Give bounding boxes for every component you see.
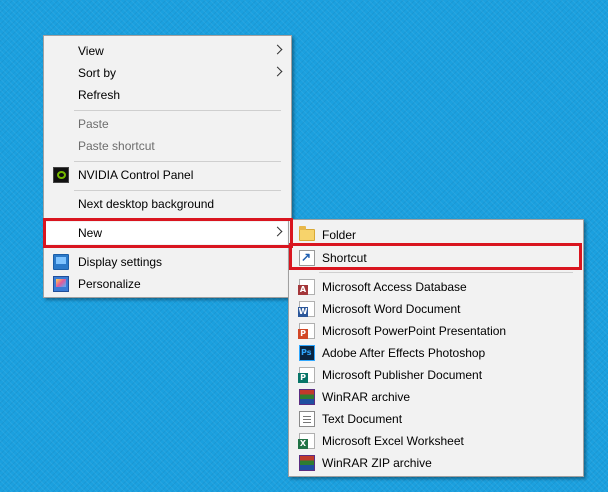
menu-item-label: Microsoft Word Document <box>322 302 461 316</box>
submenu-item-folder[interactable]: Folder <box>289 224 583 246</box>
menu-item-label: Refresh <box>78 88 121 102</box>
menu-item-label: Sort by <box>78 66 117 80</box>
excel-badge: X <box>298 439 308 449</box>
menu-separator <box>74 110 281 111</box>
text-document-icon <box>299 411 315 427</box>
access-icon: A <box>298 279 315 295</box>
personalize-icon <box>53 276 69 292</box>
submenu-item-powerpoint[interactable]: P Microsoft PowerPoint Presentation <box>289 320 583 342</box>
winrar-icon <box>299 389 315 405</box>
word-icon: W <box>298 301 315 317</box>
new-submenu: Folder Shortcut A Microsoft Access Datab… <box>288 219 584 477</box>
menu-item-label: Folder <box>322 228 357 242</box>
menu-separator <box>74 218 281 219</box>
powerpoint-badge: P <box>298 329 308 339</box>
desktop-context-menu: View Sort by Refresh Paste Paste shortcu… <box>43 35 292 298</box>
photoshop-icon <box>299 345 315 361</box>
submenu-item-shortcut[interactable]: Shortcut <box>289 247 583 269</box>
menu-separator <box>74 161 281 162</box>
chevron-right-icon <box>272 66 283 77</box>
powerpoint-icon: P <box>298 323 315 339</box>
submenu-item-excel[interactable]: X Microsoft Excel Worksheet <box>289 430 583 452</box>
menu-item-label: Microsoft PowerPoint Presentation <box>322 324 507 338</box>
chevron-right-icon <box>272 44 283 55</box>
menu-item-label: Shortcut <box>322 251 367 265</box>
menu-separator <box>319 272 573 273</box>
menu-item-label: Microsoft Excel Worksheet <box>322 434 464 448</box>
menu-item-next-desktop-background[interactable]: Next desktop background <box>44 193 291 215</box>
menu-item-label: View <box>78 44 104 58</box>
word-badge: W <box>298 307 308 317</box>
publisher-badge: P <box>298 373 308 383</box>
menu-item-label: Paste shortcut <box>78 139 155 153</box>
menu-item-label: Paste <box>78 117 109 131</box>
submenu-item-word[interactable]: W Microsoft Word Document <box>289 298 583 320</box>
menu-item-paste-shortcut: Paste shortcut <box>44 135 291 157</box>
menu-item-sort-by[interactable]: Sort by <box>44 62 291 84</box>
menu-item-display-settings[interactable]: Display settings <box>44 251 291 273</box>
access-badge: A <box>298 285 308 295</box>
menu-item-refresh[interactable]: Refresh <box>44 84 291 106</box>
menu-item-label: New <box>78 226 103 240</box>
submenu-item-text-document[interactable]: Text Document <box>289 408 583 430</box>
menu-item-view[interactable]: View <box>44 40 291 62</box>
menu-item-personalize[interactable]: Personalize <box>44 273 291 295</box>
chevron-right-icon <box>272 226 283 237</box>
publisher-icon: P <box>298 367 315 383</box>
menu-item-label: Text Document <box>322 412 403 426</box>
menu-item-label: WinRAR archive <box>322 390 411 404</box>
display-settings-icon <box>53 254 69 270</box>
submenu-item-publisher[interactable]: P Microsoft Publisher Document <box>289 364 583 386</box>
excel-icon: X <box>298 433 315 449</box>
shortcut-icon <box>299 250 315 266</box>
folder-icon <box>299 226 315 241</box>
submenu-item-winrar-zip[interactable]: WinRAR ZIP archive <box>289 452 583 474</box>
menu-item-new[interactable]: New <box>44 222 291 244</box>
menu-item-paste: Paste <box>44 113 291 135</box>
menu-item-label: Personalize <box>78 277 141 291</box>
winrar-zip-icon <box>299 455 315 471</box>
submenu-item-access[interactable]: A Microsoft Access Database <box>289 276 583 298</box>
menu-item-label: Microsoft Access Database <box>322 280 467 294</box>
submenu-item-winrar[interactable]: WinRAR archive <box>289 386 583 408</box>
menu-separator <box>74 247 281 248</box>
menu-item-nvidia-control-panel[interactable]: NVIDIA Control Panel <box>44 164 291 186</box>
menu-item-label: WinRAR ZIP archive <box>322 456 432 470</box>
menu-item-label: Next desktop background <box>78 197 215 211</box>
menu-separator <box>74 190 281 191</box>
menu-item-label: Microsoft Publisher Document <box>322 368 483 382</box>
menu-item-label: Adobe After Effects Photoshop <box>322 346 486 360</box>
menu-item-label: Display settings <box>78 255 163 269</box>
nvidia-icon <box>53 167 69 183</box>
submenu-item-photoshop[interactable]: Adobe After Effects Photoshop <box>289 342 583 364</box>
menu-item-label: NVIDIA Control Panel <box>78 168 194 182</box>
